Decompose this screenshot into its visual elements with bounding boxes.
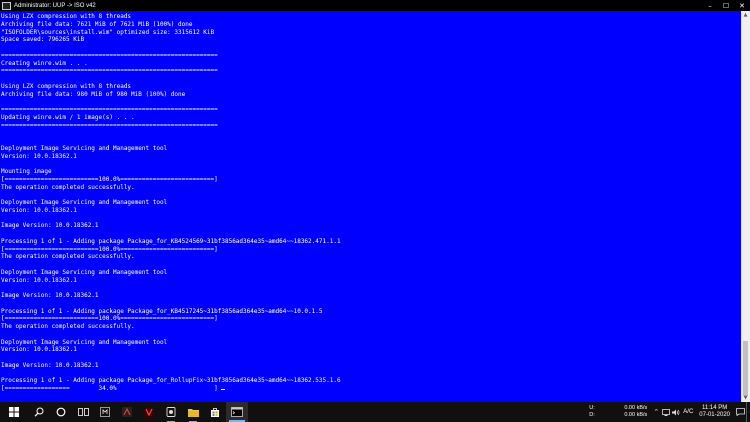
console-line: Archiving file data: 980 MiB of 980 MiB …	[1, 90, 186, 98]
taskbar: U: 0.00 kB/s D: 0.00 kB/s ⌃ A/C 11:14 PM…	[0, 402, 750, 422]
network-speed-meter[interactable]: U: 0.00 kB/s D: 0.00 kB/s	[589, 405, 647, 419]
minimize-button[interactable]: –	[702, 0, 718, 11]
network-icon[interactable]	[661, 402, 671, 422]
show-desktop-button[interactable]	[746, 402, 750, 422]
close-button[interactable]: ✕	[734, 0, 750, 11]
console-line: ========================================…	[1, 51, 218, 59]
download-label: D:	[589, 412, 595, 418]
upload-label: U:	[589, 405, 595, 411]
scroll-up-icon[interactable]: ▲	[741, 11, 750, 19]
input-language-indicator[interactable]: A/C	[681, 409, 695, 415]
clock-time: 11:14 PM	[702, 405, 728, 411]
console-line: ========================================…	[1, 121, 218, 129]
console-line: ========================================…	[1, 67, 218, 75]
clock[interactable]: 11:14 PM 07-01-2020	[695, 405, 734, 419]
show-hidden-icons-icon[interactable]: ⌃	[651, 402, 661, 422]
console-app-icon	[2, 1, 11, 10]
app-launcher-icon[interactable]	[94, 402, 116, 422]
browser-icon[interactable]	[160, 402, 182, 422]
upload-speed: 0.00 kB/s	[624, 405, 648, 411]
cortana-icon[interactable]	[50, 402, 72, 422]
maximize-button[interactable]: ☐	[718, 0, 734, 11]
console-line: Version: 10.0.18362.1	[1, 206, 77, 214]
console-line: Space saved: 796265 KiB	[1, 36, 85, 44]
console-line: Processing 1 of 1 - Adding package Packa…	[1, 237, 341, 245]
volume-icon[interactable]	[671, 402, 681, 422]
console-line: Deployment Image Servicing and Managemen…	[1, 338, 168, 346]
console-line: [==========================100.0%=======…	[1, 175, 218, 183]
console-line: ========================================…	[1, 106, 218, 113]
console-line: [==========================100.0%=======…	[1, 245, 218, 253]
console-line: Processing 1 of 1 - Adding package Packa…	[1, 307, 323, 315]
progress-text: [================== 34.0% ]	[1, 385, 222, 392]
vertical-scrollbar[interactable]: ▲ ▼	[741, 11, 750, 402]
console-line: The operation completed successfully.	[1, 253, 135, 261]
system-tray: U: 0.00 kB/s D: 0.00 kB/s ⌃ A/C 11:14 PM…	[589, 402, 750, 422]
console-line: Deployment Image Servicing and Managemen…	[1, 199, 168, 206]
window-title: Administrator: UUP -> ISO v42	[14, 2, 96, 9]
console-line: "ISOFOLDER\sources\install.wim" optimize…	[1, 28, 215, 36]
console-line: The operation completed successfully.	[1, 183, 135, 191]
console-line: Version: 10.0.18362.1	[1, 152, 77, 160]
progress-line: [================== 34.0% ]	[1, 385, 739, 393]
console-line: Mounting image	[1, 168, 52, 175]
download-speed: 0.00 kB/s	[624, 412, 648, 418]
console-line: The operation completed successfully.	[1, 323, 135, 330]
scrollbar-thumb[interactable]	[743, 341, 748, 396]
console-line: Using LZX compression with 8 threads	[1, 82, 132, 90]
console-line: Deployment Image Servicing and Managemen…	[1, 144, 168, 152]
console-line: Image Version: 10.0.18362.1	[1, 292, 99, 299]
clock-date: 07-01-2020	[699, 412, 730, 418]
windows-start-icon[interactable]	[0, 402, 28, 422]
console-output[interactable]: Using LZX compression with 8 threads Arch…	[1, 13, 739, 401]
console-line: Processing 1 of 1 - Adding package Packa…	[1, 377, 341, 385]
text-cursor	[221, 389, 226, 390]
title-bar[interactable]: Administrator: UUP -> ISO v42 – ☐ ✕	[0, 0, 750, 11]
console-line: Version: 10.0.18362.1	[1, 346, 77, 354]
task-view-icon[interactable]	[72, 402, 94, 422]
action-center-icon[interactable]	[734, 402, 746, 422]
console-line: Creating winre.wim . . .	[1, 59, 88, 67]
console-line: Version: 10.0.18362.1	[1, 276, 77, 284]
app-red-icon[interactable]	[138, 402, 160, 422]
console-line: Deployment Image Servicing and Managemen…	[1, 268, 168, 276]
search-icon[interactable]	[28, 402, 50, 422]
console-line: Archiving file data: 7621 MiB of 7621 Mi…	[1, 20, 193, 28]
scroll-down-icon[interactable]: ▼	[741, 394, 750, 402]
console-line: Using LZX compression with 8 threads	[1, 13, 132, 20]
store-icon[interactable]	[204, 402, 226, 422]
media-player-icon[interactable]	[116, 402, 138, 422]
console-line: [==========================100.0%=======…	[1, 315, 218, 323]
console-window[interactable]: Administrator: UUP -> ISO v42 – ☐ ✕ Usin…	[0, 0, 750, 402]
file-explorer-icon[interactable]	[182, 402, 204, 422]
console-line: Image Version: 10.0.18362.1	[1, 361, 99, 369]
command-prompt-icon[interactable]	[226, 402, 248, 422]
console-line: Image Version: 10.0.18362.1	[1, 222, 99, 230]
console-line: Updating winre.wim / 1 image(s) . . .	[1, 113, 135, 121]
